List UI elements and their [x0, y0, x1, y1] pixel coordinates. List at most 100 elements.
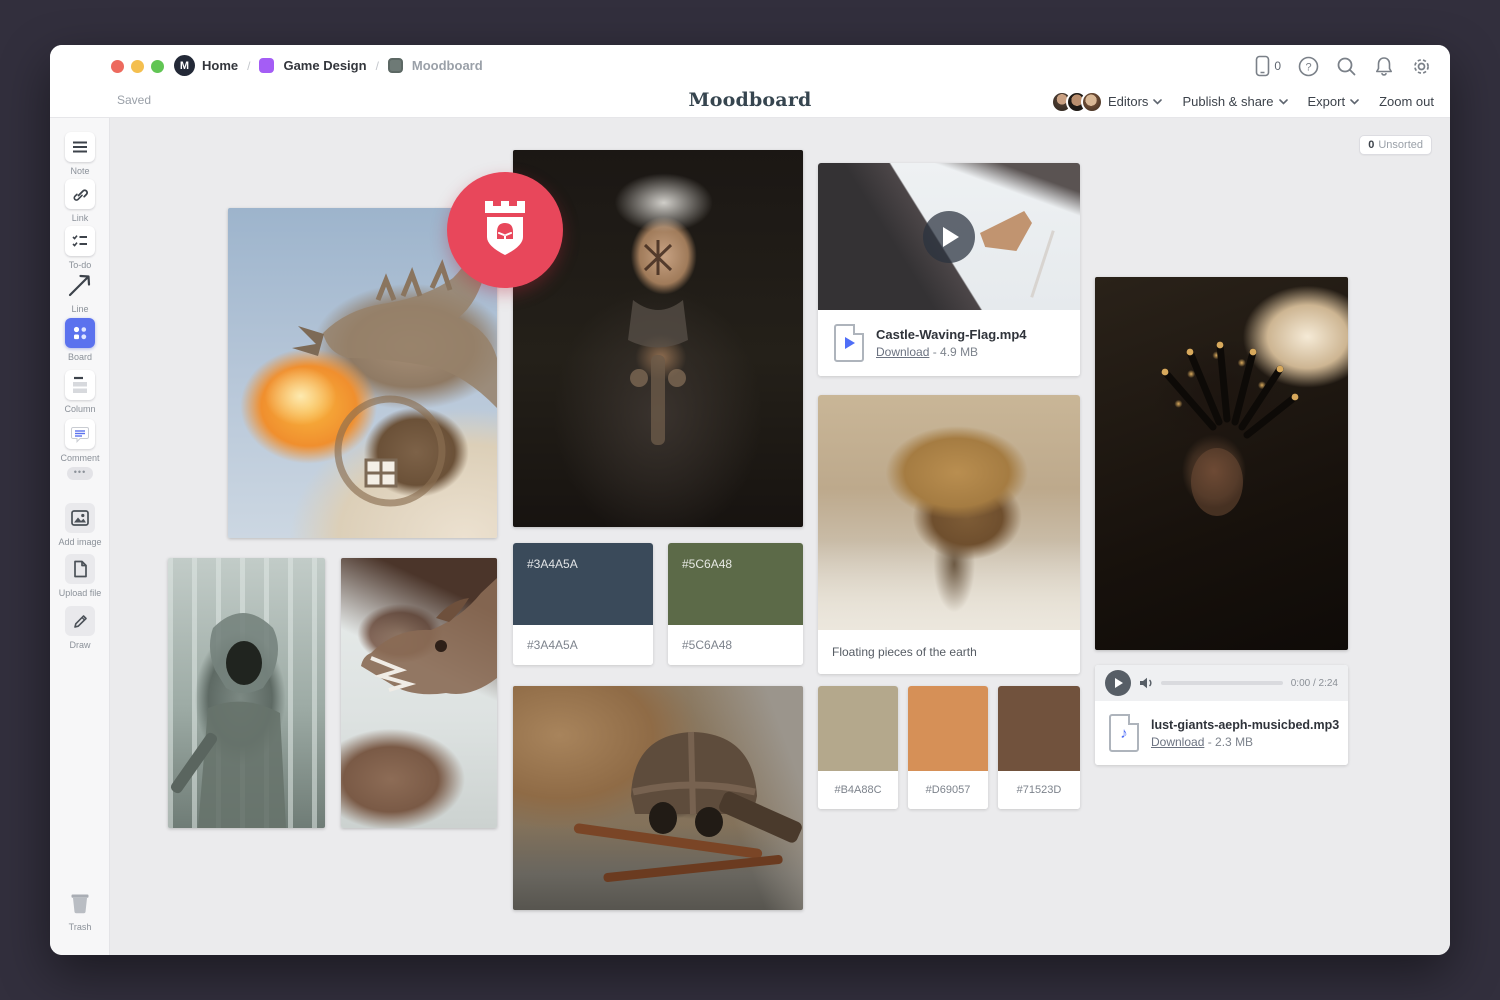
video-card[interactable]: Castle-Waving-Flag.mp4 Download - 4.9 MB — [818, 163, 1080, 376]
search-icon — [1336, 56, 1357, 77]
tool-more[interactable]: ••• — [50, 467, 110, 480]
color-hex-label: #3A4A5A — [513, 625, 653, 665]
video-download-link[interactable]: Download — [876, 345, 929, 359]
image-feather-headdress-woman[interactable] — [1095, 277, 1348, 650]
dragonhead-overlay — [341, 558, 497, 828]
svg-text:?: ? — [1305, 61, 1311, 73]
chevron-down-icon — [1153, 99, 1162, 105]
tool-label: To-do — [50, 260, 110, 270]
tool-label: Upload file — [50, 588, 110, 598]
image-knight-statue-forest[interactable] — [168, 558, 325, 828]
titlebar: M Home / Game Design / Moodboard 0 — [50, 45, 1450, 85]
tool-todo[interactable]: To-do — [50, 226, 110, 270]
image-dragon-figurehead[interactable] — [341, 558, 497, 828]
video-filesize: - 4.9 MB — [933, 345, 978, 359]
publish-share-label: Publish & share — [1182, 94, 1273, 109]
color-swatch-card[interactable]: #B4A88C — [818, 686, 898, 809]
link-icon — [72, 186, 88, 202]
tool-sidebar: Note Link To-do — [50, 118, 110, 955]
color-swatch-card[interactable]: #5C6A48 #5C6A48 — [668, 543, 803, 665]
volume-icon[interactable] — [1139, 677, 1153, 689]
flag-shape — [980, 211, 1032, 251]
upload-file-icon — [73, 560, 88, 578]
color-swatch: #5C6A48 — [668, 543, 803, 625]
video-thumbnail-castle-flag[interactable] — [818, 163, 1080, 310]
tool-link[interactable]: Link — [50, 179, 110, 223]
trash-icon — [67, 890, 93, 916]
color-hex-overlay: #3A4A5A — [527, 557, 578, 571]
audio-progress-bar[interactable] — [1161, 681, 1283, 685]
device-count: 0 — [1274, 59, 1281, 73]
notifications-button[interactable] — [1374, 56, 1394, 77]
color-swatch-card[interactable]: #71523D — [998, 686, 1080, 809]
board-chip-icon[interactable] — [388, 58, 403, 73]
tool-label: Comment — [50, 453, 110, 463]
breadcrumb-home[interactable]: Home — [202, 58, 238, 73]
tool-trash[interactable]: Trash — [50, 888, 110, 932]
audio-time: 0:00 / 2:24 — [1291, 678, 1338, 689]
breadcrumb-project[interactable]: Game Design — [283, 58, 366, 73]
export-menu[interactable]: Export — [1308, 94, 1360, 109]
feather-fan-overlay — [1095, 277, 1348, 650]
color-hex-overlay: #5C6A48 — [682, 557, 732, 571]
unsorted-badge[interactable]: 0Unsorted — [1359, 135, 1432, 155]
breadcrumb: Home / Game Design / Moodboard — [202, 55, 483, 76]
color-hex-label: #5C6A48 — [668, 625, 803, 665]
column-icon — [72, 376, 88, 394]
audio-play-button[interactable] — [1105, 670, 1131, 696]
comment-icon — [71, 426, 89, 443]
video-play-button[interactable] — [923, 211, 975, 263]
audio-download-link[interactable]: Download — [1151, 735, 1204, 749]
game-brand-logo[interactable] — [447, 172, 563, 288]
gear-icon — [1411, 56, 1432, 77]
board-canvas[interactable]: 0Unsorted — [110, 118, 1450, 955]
tool-draw[interactable]: Draw — [50, 606, 110, 650]
draw-pencil-icon — [72, 613, 89, 630]
color-swatch-card[interactable]: #D69057 — [908, 686, 988, 809]
image-viking-helmet[interactable] — [513, 686, 803, 910]
minimize-window-button[interactable] — [131, 60, 144, 73]
board-icon — [72, 325, 88, 341]
tool-comment[interactable]: Comment — [50, 419, 110, 463]
avatar — [1081, 91, 1103, 113]
color-swatch-card[interactable]: #3A4A5A #3A4A5A — [513, 543, 653, 665]
audio-player: 0:00 / 2:24 — [1095, 665, 1348, 701]
image-floating-rock[interactable] — [818, 395, 1080, 630]
audio-file-icon: ♪ — [1109, 714, 1139, 752]
editors-menu[interactable]: Editors — [1051, 91, 1162, 113]
app-window: M Home / Game Design / Moodboard 0 — [50, 45, 1450, 955]
tool-label: Column — [50, 404, 110, 414]
play-icon — [1115, 678, 1123, 688]
search-button[interactable] — [1336, 56, 1357, 77]
note-icon — [72, 140, 88, 154]
help-button[interactable]: ? — [1298, 56, 1319, 77]
editors-label: Editors — [1108, 94, 1148, 109]
tool-label: Draw — [50, 640, 110, 650]
settings-button[interactable] — [1411, 56, 1432, 77]
chevron-down-icon — [1350, 99, 1359, 105]
publish-share-menu[interactable]: Publish & share — [1182, 94, 1287, 109]
tool-board[interactable]: Board — [50, 318, 110, 362]
tool-add-image[interactable]: Add image — [50, 503, 110, 547]
video-filename: Castle-Waving-Flag.mp4 — [876, 327, 1026, 342]
audio-filename: lust-giants-aeph-musicbed.mp3 — [1151, 718, 1339, 732]
project-chip-icon[interactable] — [259, 58, 274, 73]
desktop-background: M Home / Game Design / Moodboard 0 — [0, 0, 1500, 1000]
zoom-out-button[interactable]: Zoom out — [1379, 94, 1434, 109]
tool-upload-file[interactable]: Upload file — [50, 554, 110, 598]
flagpole-shape — [1030, 230, 1054, 298]
audio-filesize: - 2.3 MB — [1208, 735, 1253, 749]
tool-line[interactable]: Line — [50, 270, 110, 314]
tool-note[interactable]: Note — [50, 132, 110, 176]
tool-label: Add image — [50, 537, 110, 547]
mobile-device-button[interactable]: 0 — [1255, 55, 1281, 77]
zoom-window-button[interactable] — [151, 60, 164, 73]
close-window-button[interactable] — [111, 60, 124, 73]
castle-shield-icon — [477, 199, 533, 261]
app-logo[interactable]: M — [174, 55, 195, 76]
video-file-icon — [834, 324, 864, 362]
tool-label: Link — [50, 213, 110, 223]
captioned-image-card[interactable]: Floating pieces of the earth — [818, 395, 1080, 674]
tool-column[interactable]: Column — [50, 370, 110, 414]
audio-card[interactable]: 0:00 / 2:24 ♪ lust-giants-aeph-musicbed.… — [1095, 665, 1348, 765]
